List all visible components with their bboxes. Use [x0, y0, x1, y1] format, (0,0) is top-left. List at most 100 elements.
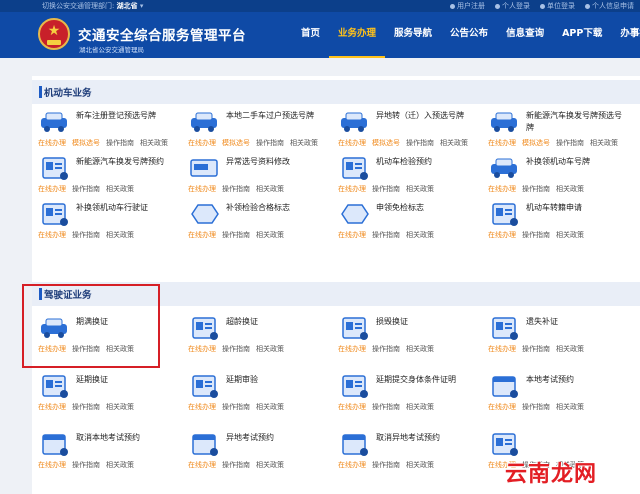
policy-link[interactable]: 相关政策 [406, 402, 434, 412]
service-name[interactable]: 本地二手车过户预选号牌 [226, 110, 328, 122]
service-name[interactable]: 延期审验 [226, 374, 328, 386]
policy-link[interactable]: 相关政策 [106, 184, 134, 194]
guide-link[interactable]: 操作指南 [72, 460, 100, 470]
guide-link[interactable]: 操作指南 [372, 184, 400, 194]
online-handle-link[interactable]: 在线办理 [38, 402, 66, 412]
guide-link[interactable]: 操作指南 [372, 402, 400, 412]
cancel-exam-calendar-icon[interactable] [38, 430, 72, 458]
online-handle-link[interactable]: 在线办理 [188, 402, 216, 412]
cancel-remote-exam-icon[interactable] [338, 430, 372, 458]
guide-link[interactable]: 操作指南 [222, 402, 250, 412]
service-item[interactable]: 补领检验合格标志 在线办理 操作指南 相关政策 [182, 198, 332, 248]
nav-business[interactable]: 业务办理 [329, 12, 386, 58]
service-item[interactable]: 补换领机动车行驶证 在线办理 操作指南 相关政策 [32, 198, 182, 248]
guide-link[interactable]: 操作指南 [556, 138, 584, 148]
policy-link[interactable]: 相关政策 [440, 138, 468, 148]
policy-link[interactable]: 相关政策 [556, 344, 584, 354]
online-handle-link[interactable]: 在线办理 [338, 138, 366, 148]
online-handle-link[interactable]: 在线办理 [38, 460, 66, 470]
online-handle-link[interactable]: 在线办理 [338, 344, 366, 354]
online-handle-link[interactable]: 在线办理 [188, 460, 216, 470]
transfer-registry-icon[interactable] [488, 200, 522, 228]
service-item[interactable]: 机动车转籍申请 在线办理 操作指南 相关政策 [482, 198, 632, 248]
service-item[interactable]: 取消本地考试预约 在线办理 操作指南 相关政策 [32, 428, 182, 478]
nav-info-query[interactable]: 信息查询 [497, 12, 553, 58]
policy-link[interactable]: 相关政策 [290, 138, 318, 148]
service-name[interactable]: 延期换证 [76, 374, 178, 386]
policy-link[interactable]: 相关政策 [140, 138, 168, 148]
guide-link[interactable]: 操作指南 [372, 344, 400, 354]
service-name[interactable]: 新能源汽车换发号牌预约 [76, 156, 178, 168]
guide-link[interactable]: 操作指南 [222, 230, 250, 240]
service-item[interactable]: 取消异地考试预约在线办理 操作指南 相关政策 [332, 428, 482, 478]
exempt-badge-icon[interactable] [338, 200, 372, 228]
service-item[interactable]: 本地二手车过户预选号牌 在线办理 模拟选号 操作指南 相关政策 [182, 106, 332, 156]
service-name[interactable]: 新车注册登记预选号牌 [76, 110, 178, 122]
nav-service-guide[interactable]: 服务导航 [385, 12, 441, 58]
service-name[interactable]: 延期提交身体条件证明 [376, 374, 478, 386]
service-item[interactable]: 申领免检标志 在线办理 操作指南 相关政策 [332, 198, 482, 248]
service-item[interactable]: 补换领机动车号牌 在线办理 操作指南 相关政策 [482, 152, 632, 202]
online-handle-link[interactable]: 在线办理 [488, 344, 516, 354]
service-item[interactable]: 损毁换证 在线办理 操作指南 相关政策 [332, 312, 482, 362]
license-extend-icon[interactable] [38, 372, 72, 400]
inspection-doc-icon[interactable] [338, 154, 372, 182]
service-name[interactable]: 超龄换证 [226, 316, 328, 328]
service-name[interactable]: 机动车转籍申请 [526, 202, 628, 214]
nav-app-download[interactable]: APP下载 [553, 12, 611, 58]
online-handle-link[interactable]: 在线办理 [338, 230, 366, 240]
policy-link[interactable]: 相关政策 [590, 138, 618, 148]
online-handle-link[interactable]: 在线办理 [38, 184, 66, 194]
service-name[interactable]: 取消异地考试预约 [376, 432, 478, 444]
online-handle-link[interactable]: 在线办理 [188, 184, 216, 194]
service-name[interactable]: 新能源汽车换发号牌预选号牌 [526, 110, 628, 134]
service-name[interactable]: 申领免检标志 [376, 202, 478, 214]
online-handle-link[interactable]: 在线办理 [188, 344, 216, 354]
guide-link[interactable]: 操作指南 [522, 402, 550, 412]
policy-link[interactable]: 相关政策 [106, 230, 134, 240]
link-personal-login[interactable]: 个人登录 [495, 0, 530, 12]
guide-link[interactable]: 操作指南 [372, 230, 400, 240]
simulate-select-link[interactable]: 模拟选号 [522, 138, 550, 148]
online-handle-link[interactable]: 在线办理 [338, 460, 366, 470]
service-item[interactable]: 新能源汽车换发号牌预选号牌 在线办理 模拟选号 操作指南 相关政策 [482, 106, 632, 156]
online-handle-link[interactable]: 在线办理 [188, 230, 216, 240]
service-item[interactable]: 异地转（迁）入预选号牌 在线办理 模拟选号 操作指南 相关政策 [332, 106, 482, 156]
policy-link[interactable]: 相关政策 [406, 184, 434, 194]
online-handle-link[interactable]: 在线办理 [338, 184, 366, 194]
guide-link[interactable]: 操作指南 [522, 230, 550, 240]
service-item[interactable]: 遗失补证在线办理 操作指南 相关政策 [482, 312, 632, 362]
link-register[interactable]: 用户注册 [450, 0, 485, 12]
review-extend-icon[interactable] [188, 372, 222, 400]
service-name[interactable]: 机动车检验预约 [376, 156, 478, 168]
guide-link[interactable]: 操作指南 [72, 402, 100, 412]
service-item[interactable]: 延期提交身体条件证明在线办理 操作指南 相关政策 [332, 370, 482, 420]
dept-switcher[interactable]: 切换公安交通管理部门: 湖北省 ▾ [42, 0, 143, 12]
policy-link[interactable]: 相关政策 [106, 402, 134, 412]
online-handle-link[interactable]: 在线办理 [38, 230, 66, 240]
service-name[interactable]: 补换领机动车行驶证 [76, 202, 178, 214]
service-name[interactable]: 遗失补证 [526, 316, 628, 328]
service-item[interactable]: 异常选号资料修改 在线办理 操作指南 相关政策 [182, 152, 332, 202]
plate-document-icon[interactable] [38, 154, 72, 182]
dept-value[interactable]: 湖北省 [117, 2, 138, 10]
online-handle-link[interactable]: 在线办理 [188, 138, 216, 148]
online-handle-link[interactable]: 在线办理 [338, 402, 366, 412]
policy-link[interactable]: 相关政策 [556, 402, 584, 412]
policy-link[interactable]: 相关政策 [406, 460, 434, 470]
guide-link[interactable]: 操作指南 [372, 460, 400, 470]
new-energy-car-icon[interactable] [488, 108, 522, 136]
nav-home[interactable]: 首页 [292, 12, 329, 58]
health-cert-icon[interactable] [338, 372, 372, 400]
service-item[interactable]: 机动车检验预约在线办理 操作指南 相关政策 [332, 152, 482, 202]
guide-link[interactable]: 操作指南 [222, 344, 250, 354]
service-name[interactable]: 异地考试预约 [226, 432, 328, 444]
service-item[interactable]: 本地考试预约 在线办理 操作指南 相关政策 [482, 370, 632, 420]
guide-link[interactable]: 操作指南 [522, 344, 550, 354]
chevron-down-icon[interactable]: ▾ [140, 2, 144, 10]
policy-link[interactable]: 相关政策 [106, 460, 134, 470]
nav-guide[interactable]: 办事指南 [611, 12, 640, 58]
inspection-badge-icon[interactable] [188, 200, 222, 228]
guide-link[interactable]: 操作指南 [522, 184, 550, 194]
guide-link[interactable]: 操作指南 [72, 184, 100, 194]
